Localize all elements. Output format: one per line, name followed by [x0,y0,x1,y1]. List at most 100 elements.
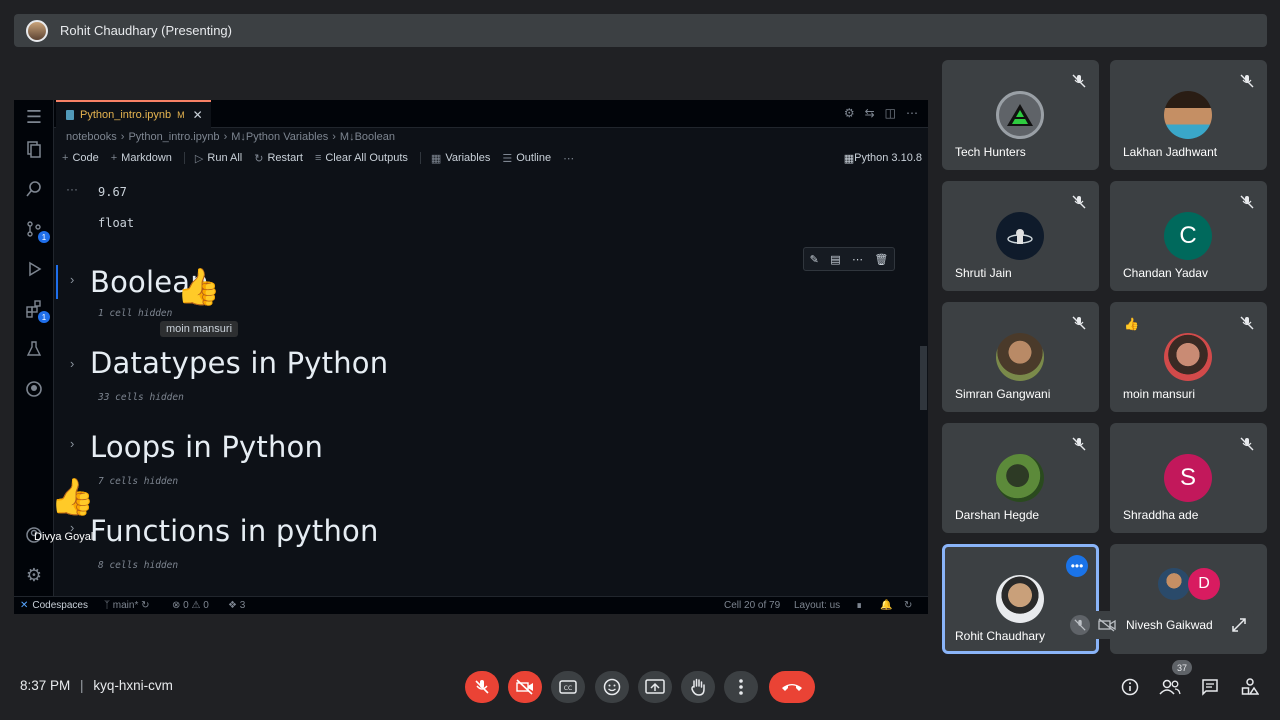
add-code-label: Code [72,152,99,164]
clear-outputs-button[interactable]: ≡ Clear All Outputs [315,152,408,164]
cell-more-icon[interactable]: ⋯ [852,253,863,266]
explorer-icon[interactable] [23,138,45,160]
editor-actions: ⚙ ⇆ ◫ ⋯ [844,106,918,120]
avatar [996,575,1044,623]
expand-icon[interactable] [1232,618,1246,632]
avatar [996,91,1044,139]
compare-changes-icon[interactable]: ⇆ [865,106,875,120]
activities-icon[interactable] [1239,676,1261,698]
mic-off-icon [1240,195,1254,209]
more-options-icon[interactable]: ••• [1066,555,1088,577]
breadcrumb-item[interactable]: M↓Python Variables [231,131,328,143]
tab-python-intro[interactable]: Python_intro.ipynb M ✕ [56,100,211,128]
menu-icon[interactable]: ☰ [23,106,45,128]
outline-button[interactable]: ☰ Outline [502,152,551,165]
branch-indicator[interactable]: ᛉ main* ↻ [104,600,150,611]
variables-label: Variables [445,152,491,164]
output-more-icon[interactable]: ··· [66,182,78,196]
tab-modified-indicator: M [177,110,185,120]
delete-cell-icon[interactable]: 🗑 [874,253,888,266]
captions-button[interactable]: CC [551,671,585,703]
notifications-bell-icon[interactable]: 🔔 [880,600,892,611]
chevron-right-icon[interactable]: › [70,436,74,451]
avatar-letter: D [1198,575,1210,592]
testing-icon[interactable] [23,338,45,360]
restart-label: Restart [267,152,303,164]
outline-label: Outline [516,152,552,164]
github-icon[interactable] [23,378,45,400]
leave-call-button[interactable] [769,671,815,703]
variables-button[interactable]: ▦ Variables [431,152,490,165]
plus-icon: + [110,152,118,164]
participant-tile[interactable]: 👍 moin mansuri [1110,302,1267,412]
sync-icon[interactable]: ↻ [904,600,912,611]
run-all-label: Run All [207,152,243,164]
avatar-letter: C [1179,222,1197,249]
raise-hand-button[interactable] [681,671,715,703]
run-all-button[interactable]: ▷ Run All [195,152,242,165]
participant-name: moin mansuri [1123,387,1196,401]
keyboard-layout[interactable]: Layout: us [794,600,840,611]
scrollbar-thumb[interactable] [920,346,927,410]
participant-tile[interactable]: Tech Hunters [942,60,1099,170]
edit-cell-icon[interactable]: ✎ [810,253,819,266]
camera-toggle-button[interactable] [508,671,542,703]
chat-icon[interactable] [1199,676,1221,698]
thumbs-up-reaction: 👍 [1124,317,1139,331]
participant-name: Rohit Chaudhary [955,629,1046,643]
present-screen-button[interactable] [638,671,672,703]
kernel-label: Python 3.10.8 [854,152,922,164]
participant-tile[interactable]: Lakhan Jadhwant [1110,60,1267,170]
more-options-button[interactable] [724,671,758,703]
mic-off-icon [1072,195,1086,209]
cell-position[interactable]: Cell 20 of 79 [724,600,780,611]
restart-button[interactable]: ↻ Restart [254,152,303,165]
problems-indicator[interactable]: ⊗ 0 ⚠ 0 [172,600,209,611]
meeting-details-icon[interactable] [1119,676,1141,698]
ports-indicator[interactable]: ❖ 3 [228,600,245,611]
participant-name: Shraddha ade [1123,508,1199,522]
avatar: S [1164,454,1212,502]
breadcrumb-item[interactable]: notebooks [66,131,117,143]
close-tab-icon[interactable]: ✕ [193,108,203,122]
add-markdown-cell-button[interactable]: + Markdown [111,152,172,164]
outline-icon: ☰ [502,152,513,165]
participant-tile[interactable]: Simran Gangwani [942,302,1099,412]
notebook-file-icon [66,110,74,120]
people-icon[interactable] [1159,676,1181,698]
more-actions-icon[interactable]: ⋯ [906,106,918,120]
participant-tile[interactable]: C Chandan Yadav [1110,181,1267,291]
hidden-cells-label[interactable]: 7 cells hidden [98,476,178,487]
settings-gear-icon[interactable]: ⚙ [23,564,45,586]
breadcrumb-item[interactable]: M↓Boolean [340,131,395,143]
split-cell-icon[interactable]: ▤ [830,253,840,266]
remote-label: Codespaces [32,600,88,611]
add-code-cell-button[interactable]: + Code [62,152,99,164]
run-debug-icon[interactable] [23,258,45,280]
breadcrumb-item[interactable]: Python_intro.ipynb [128,131,219,143]
chevron-right-icon[interactable]: › [70,356,74,371]
chevron-right-icon[interactable]: › [70,272,74,287]
toolbar-more-icon[interactable]: ⋯ [563,152,574,165]
kernel-picker[interactable]: ▦ Python 3.10.8 [844,152,922,165]
copilot-icon[interactable]: ∎ [856,600,862,611]
participant-tile[interactable]: S Shraddha ade [1110,423,1267,533]
status-bar: ✕ Codespaces ᛉ main* ↻ ⊗ 0 ⚠ 0 ❖ 3 Cell 2… [14,596,928,614]
participant-tile[interactable]: Darshan Hegde [942,423,1099,533]
emoji-reaction-button[interactable] [595,671,629,703]
section-heading: Functions in python [90,514,379,548]
hidden-cells-label[interactable]: 8 cells hidden [98,560,178,571]
participant-tile[interactable]: Shruti Jain [942,181,1099,291]
notebook-settings-icon[interactable]: ⚙ [844,106,855,120]
hidden-cells-label[interactable]: 33 cells hidden [98,392,184,403]
remote-indicator[interactable]: ✕ Codespaces [14,597,94,614]
mic-off-icon [1240,437,1254,451]
search-icon[interactable] [23,178,45,200]
hidden-cells-label[interactable]: 1 cell hidden [98,308,172,319]
split-editor-icon[interactable]: ◫ [885,106,896,120]
toolbar-divider [419,152,421,164]
separator: | [80,678,84,693]
avatar [1164,91,1212,139]
mic-toggle-button[interactable] [465,671,499,703]
kernel-icon: ▦ [843,152,855,165]
